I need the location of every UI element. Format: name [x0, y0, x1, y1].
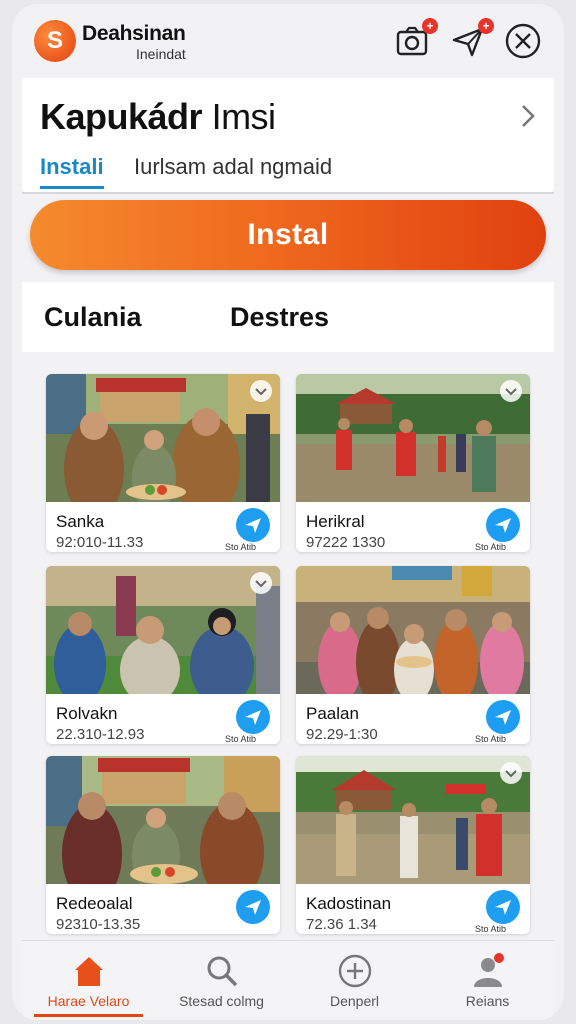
- send-icon: [245, 518, 261, 533]
- check-icon[interactable]: [500, 380, 522, 402]
- page-title-bold: Kapukádr: [40, 96, 203, 137]
- tab-install[interactable]: Instali: [40, 154, 104, 189]
- food-share-photo: [296, 566, 530, 694]
- nav-label: Reians: [465, 993, 510, 1009]
- card-name: Sanka: [56, 512, 105, 531]
- photo-card[interactable]: Paalan 92.29-1:30 Sto Atib: [296, 566, 530, 744]
- photo-card[interactable]: Redeoalal 92310-13.35: [46, 756, 280, 934]
- market-photo: [46, 374, 280, 502]
- card-name: Paalan: [306, 704, 359, 723]
- card-range: 72.36 1.34: [306, 916, 377, 933]
- card-range: 22.310-12.93: [56, 726, 145, 743]
- card-name: Kadostinan: [306, 894, 392, 913]
- home-icon: [74, 957, 103, 986]
- close-button[interactable]: [504, 22, 542, 60]
- photo-card[interactable]: Herikral 97222 1330 Sto Atib: [296, 374, 530, 552]
- install-button[interactable]: Instal: [30, 200, 546, 270]
- send-button[interactable]: +: [450, 18, 494, 60]
- section-header: Culania Destres: [22, 282, 554, 352]
- page-title-light: Imsi: [211, 96, 277, 137]
- tab-details[interactable]: Iurlsam adal ngmaid: [134, 154, 332, 180]
- send-icon: [495, 518, 511, 533]
- path-label: Sto Atib: [474, 734, 506, 744]
- chevron-right-icon[interactable]: [516, 102, 540, 130]
- send-icon: [245, 710, 261, 725]
- nav-item-search[interactable]: Stesad colmg: [155, 941, 288, 1020]
- gathering-photo: [296, 374, 530, 502]
- send-icon: [495, 710, 511, 725]
- brand-subtitle: Ineindat: [136, 46, 186, 62]
- notification-badge: +: [422, 18, 438, 34]
- group-photo: [46, 566, 280, 694]
- top-bar: S Deahsinan Ineindat + +: [12, 4, 564, 78]
- path-label: Sto Atib: [474, 924, 506, 934]
- page-title: Kapukádr Imsi: [40, 96, 276, 138]
- send-icon: [245, 900, 261, 915]
- photo-card[interactable]: Sanka 92:010-11.33 Sto Atib: [46, 374, 280, 552]
- card-name: Rolvakn: [56, 704, 118, 723]
- header-card: Kapukádr Imsi Instali Iurlsam adal ngmai…: [22, 78, 554, 192]
- share-button[interactable]: [236, 508, 270, 542]
- share-button[interactable]: [486, 700, 520, 734]
- photo-card[interactable]: Rolvakn 22.310-12.93 Sto Atib: [46, 566, 280, 744]
- market-photo: [46, 756, 280, 884]
- check-icon[interactable]: [250, 572, 272, 594]
- photo-card[interactable]: Kadostinan 72.36 1.34 Sto Atib: [296, 756, 530, 934]
- brand-title: Deahsinan: [82, 22, 186, 45]
- card-name: Redeoalal: [56, 894, 133, 913]
- card-range: 92310-13.35: [56, 916, 141, 933]
- card-range: 97222 1330: [306, 534, 386, 551]
- close-icon: [505, 23, 541, 59]
- bottom-nav: Harae Velaro Stesad colmg Denperl Reians: [22, 940, 554, 1020]
- gathering-photo: [296, 756, 530, 884]
- nav-label: Stesad colmg: [179, 993, 264, 1009]
- nav-label: Harae Velaro: [47, 993, 130, 1009]
- notification-badge: +: [478, 18, 494, 34]
- path-label: Sto Atib: [224, 542, 256, 552]
- card-range: 92:010-11.33: [56, 534, 144, 551]
- profile-icon: [473, 953, 504, 987]
- nav-item-add[interactable]: Denperl: [288, 941, 421, 1020]
- send-icon: [495, 900, 511, 915]
- share-button[interactable]: [236, 700, 270, 734]
- section-label-culania[interactable]: Culania: [44, 302, 142, 333]
- app-screen: S Deahsinan Ineindat + + Kapukádr Imsi I…: [12, 4, 564, 1020]
- path-label: Sto Atib: [474, 542, 506, 552]
- path-label: Sto Atib: [224, 734, 256, 744]
- card-range: 92.29-1:30: [306, 726, 378, 743]
- nav-label: Denperl: [329, 993, 380, 1009]
- share-button[interactable]: [486, 890, 520, 924]
- camera-button[interactable]: +: [394, 18, 438, 60]
- share-button[interactable]: [236, 890, 270, 924]
- plus-circle-icon: [338, 954, 371, 988]
- nav-item-home[interactable]: Harae Velaro: [22, 941, 155, 1020]
- card-name: Herikral: [306, 512, 365, 531]
- divider: [22, 192, 554, 194]
- share-button[interactable]: [486, 508, 520, 542]
- check-icon[interactable]: [500, 762, 522, 784]
- search-icon: [207, 956, 237, 987]
- app-logo[interactable]: S: [34, 20, 76, 62]
- check-icon[interactable]: [250, 380, 272, 402]
- nav-item-profile[interactable]: Reians: [421, 941, 554, 1020]
- section-label-destres[interactable]: Destres: [230, 302, 329, 333]
